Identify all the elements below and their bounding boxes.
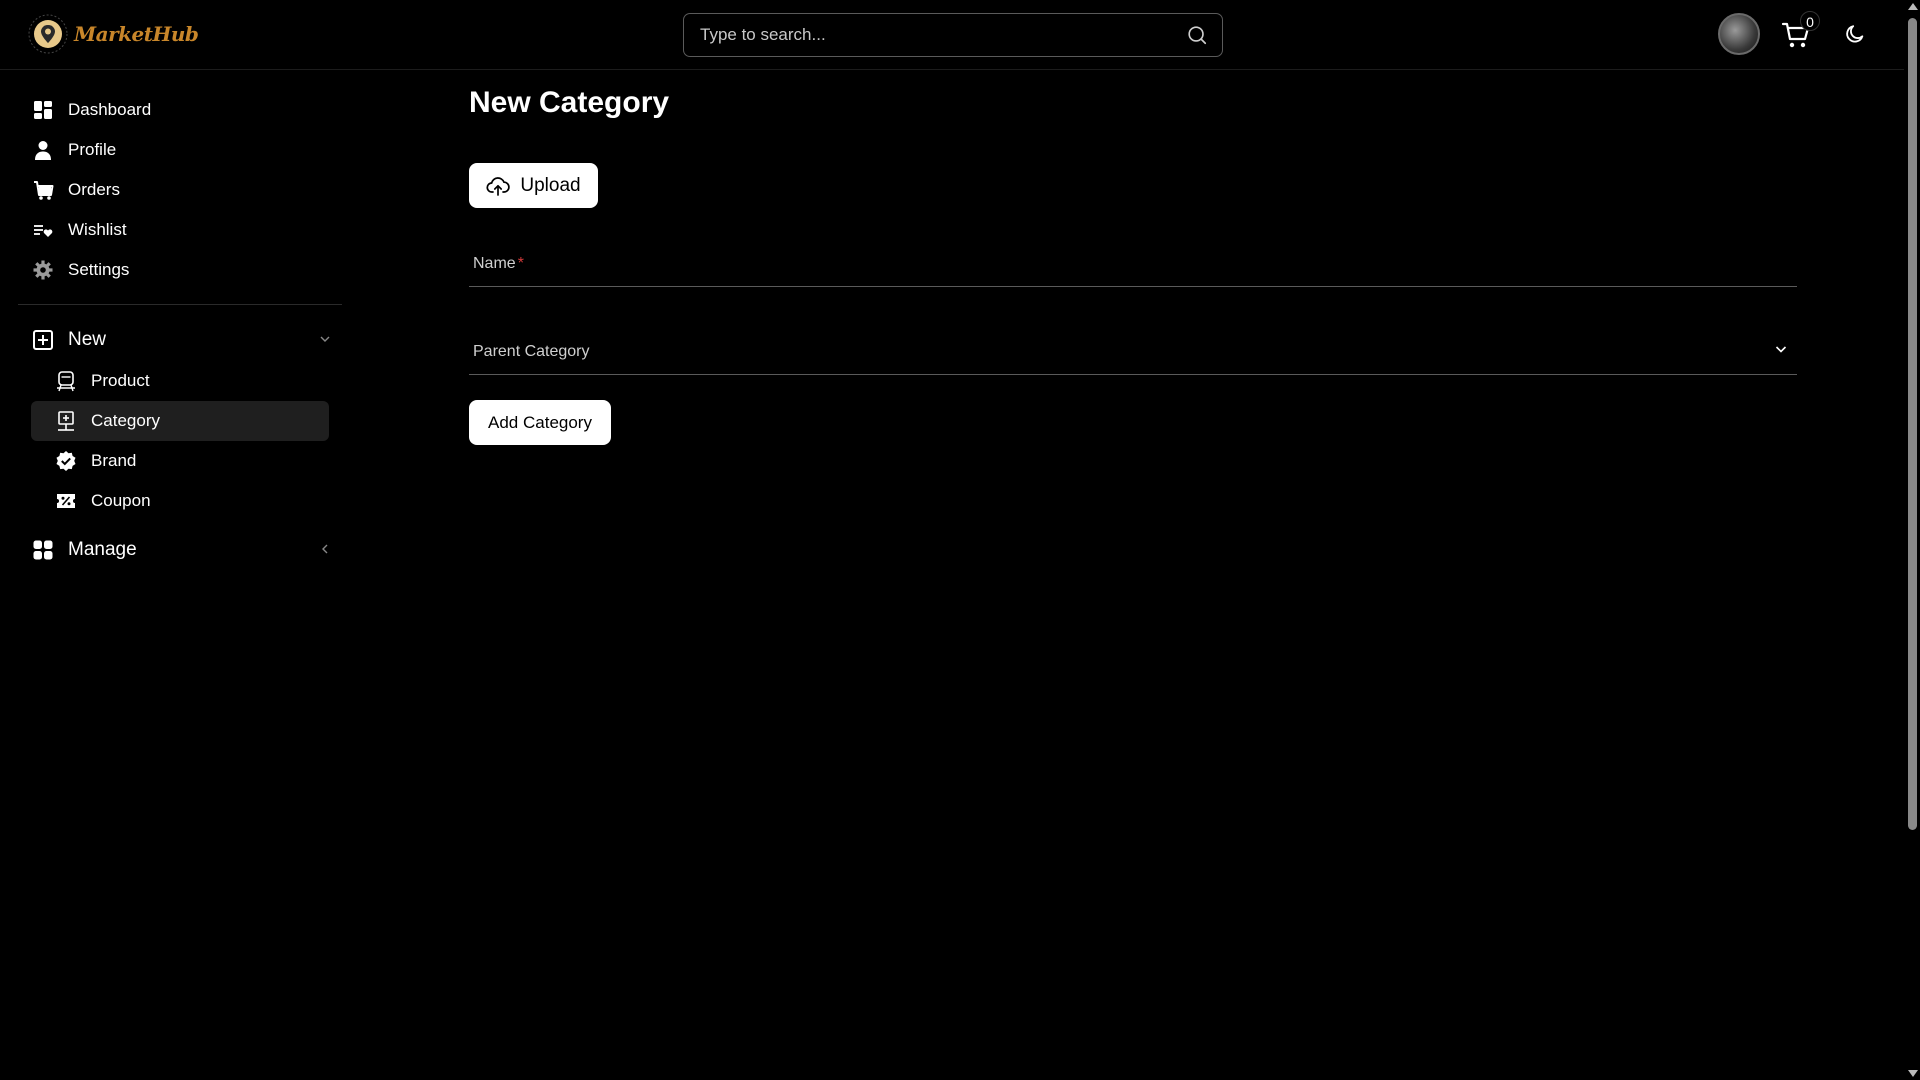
scroll-up-arrow-icon[interactable]: [1908, 3, 1918, 10]
chevron-down-icon: [320, 336, 330, 342]
cloud-upload-icon: [486, 176, 511, 196]
sidebar-item-wishlist[interactable]: Wishlist: [18, 210, 342, 250]
grid-icon: [33, 540, 53, 560]
sidebar-item-profile[interactable]: Profile: [18, 130, 342, 170]
add-square-icon: [33, 330, 53, 350]
add-category-button[interactable]: Add Category: [469, 400, 611, 445]
sidebar-item-label: Product: [91, 371, 150, 390]
sidebar-item-product[interactable]: Product: [31, 361, 329, 401]
sidebar-item-coupon[interactable]: Coupon: [31, 481, 329, 521]
sidebar-item-label: Coupon: [91, 491, 151, 510]
top-header: MarketHub 0: [0, 0, 1904, 70]
sidebar-group-label: New: [68, 329, 107, 350]
sidebar-group-label: Manage: [68, 539, 137, 560]
avatar[interactable]: [1718, 13, 1760, 55]
parent-category-label: Parent Category: [473, 343, 590, 360]
moon-icon[interactable]: [1844, 23, 1866, 45]
brand-badge-icon: [56, 451, 76, 471]
sidebar-item-brand[interactable]: Brand: [31, 441, 329, 481]
scrollbar-thumb[interactable]: [1908, 18, 1917, 830]
sidebar-item-label: Brand: [91, 451, 137, 470]
gear-icon: [33, 260, 53, 280]
sidebar-group-new[interactable]: New: [18, 319, 342, 361]
sidebar-divider: [18, 304, 342, 305]
required-marker: *: [517, 255, 524, 272]
name-input[interactable]: [469, 237, 1801, 288]
upload-button[interactable]: Upload: [469, 163, 598, 208]
sidebar-item-category[interactable]: Category: [31, 401, 329, 441]
parent-category-select[interactable]: Parent Category: [469, 325, 1797, 375]
logo[interactable]: MarketHub: [26, 10, 199, 58]
coupon-icon: [57, 494, 75, 508]
sidebar: Dashboard Profile Orders Wishlist Settin…: [18, 90, 342, 571]
wishlist-icon: [34, 225, 53, 237]
chevron-down-icon: [1775, 346, 1787, 353]
orders-icon: [34, 181, 54, 200]
logo-badge-icon: [28, 14, 68, 54]
sidebar-item-settings[interactable]: Settings: [18, 250, 342, 290]
sidebar-item-dashboard[interactable]: Dashboard: [18, 90, 342, 130]
sidebar-item-label: Category: [91, 411, 160, 430]
search-icon[interactable]: [1186, 24, 1208, 46]
search-bar: [683, 13, 1223, 57]
name-field[interactable]: Name *: [469, 237, 1801, 288]
scrollbar[interactable]: [1904, 0, 1920, 1080]
chevron-left-icon: [322, 544, 328, 554]
dashboard-icon: [34, 101, 52, 119]
name-label: Name *: [473, 255, 524, 272]
sidebar-item-label: Wishlist: [68, 220, 127, 239]
cart-count-badge: 0: [1800, 11, 1820, 31]
sidebar-group-manage[interactable]: Manage: [18, 529, 342, 571]
product-icon: [57, 371, 75, 392]
sidebar-item-label: Dashboard: [68, 100, 152, 119]
sidebar-item-label: Orders: [68, 180, 120, 199]
sidebar-item-label: Profile: [68, 140, 117, 159]
page-title: New Category: [469, 86, 670, 119]
search-input[interactable]: [698, 14, 1162, 56]
scroll-down-arrow-icon[interactable]: [1908, 1070, 1918, 1077]
upload-button-label: Upload: [520, 174, 581, 196]
sidebar-item-orders[interactable]: Orders: [18, 170, 342, 210]
logo-text: MarketHub: [74, 22, 199, 46]
user-icon: [35, 141, 51, 160]
sidebar-item-label: Settings: [68, 260, 130, 279]
category-icon: [58, 411, 74, 431]
